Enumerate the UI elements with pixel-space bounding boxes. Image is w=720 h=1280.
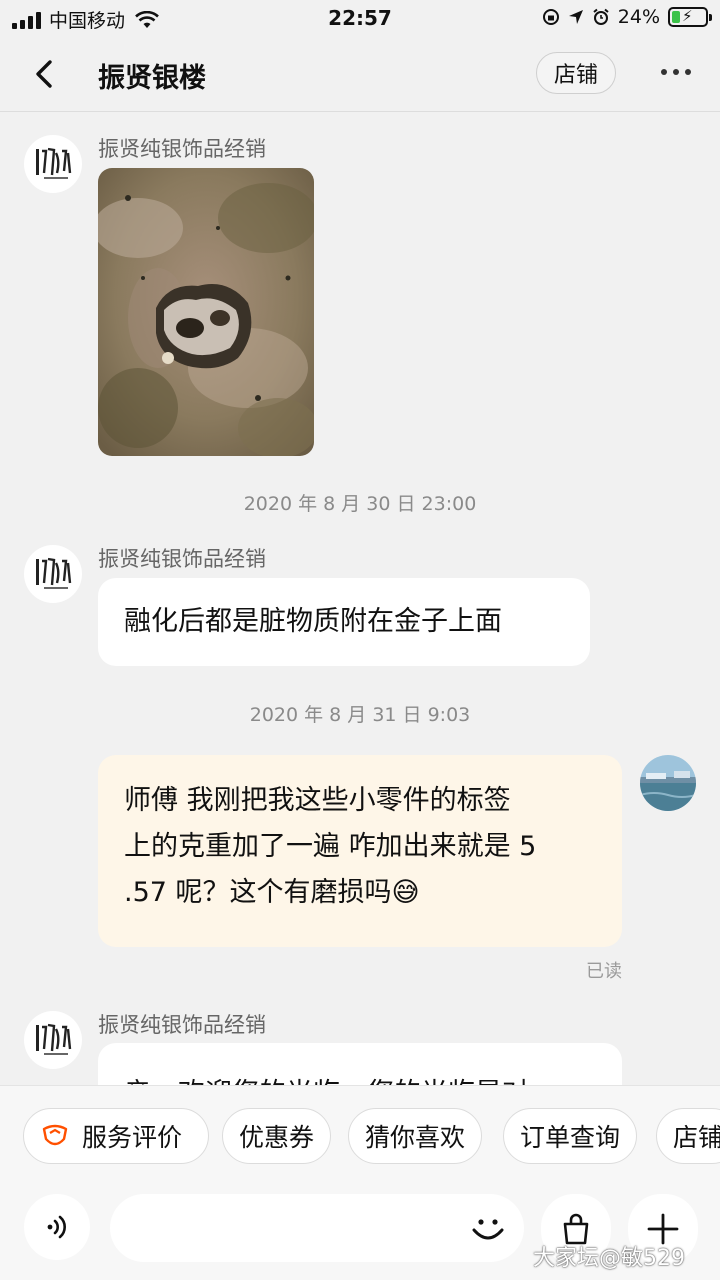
- message-line: 上的克重加了一遍 咋加出来就是 5: [124, 831, 537, 862]
- emoji-icon[interactable]: [468, 1208, 508, 1248]
- shop-avatar[interactable]: [24, 1011, 82, 1069]
- read-receipt: 已读: [586, 961, 622, 982]
- alarm-icon: [593, 8, 609, 25]
- coupon-button[interactable]: 优惠券: [222, 1108, 332, 1164]
- message-photo[interactable]: [98, 168, 314, 456]
- chip-label: 服务评价: [82, 1123, 183, 1152]
- more-icon[interactable]: [655, 56, 697, 88]
- message-bubble-outgoing[interactable]: 师傅 我刚把我这些小零件的标签 上的克重加了一遍 咋加出来就是 5 .57 呢？…: [98, 755, 622, 947]
- sender-name: 振贤纯银饰品经销: [98, 1013, 266, 1037]
- timestamp: 2020 年 8 月 31 日 9:03: [249, 704, 471, 726]
- guess-you-like-button[interactable]: 猜你喜欢: [348, 1108, 483, 1164]
- shop-avatar[interactable]: [24, 135, 82, 193]
- service-review-icon: [42, 1124, 68, 1146]
- message-input[interactable]: [110, 1194, 524, 1262]
- emoji-sweat-smile: 😅: [391, 877, 420, 908]
- page-title: 振贤银楼: [98, 63, 206, 94]
- battery-icon: ⚡: [668, 7, 712, 27]
- shop-button[interactable]: 店铺: [536, 52, 616, 94]
- shop-avatar[interactable]: [24, 545, 82, 603]
- message-bubble-incoming[interactable]: 融化后都是脏物质附在金子上面: [98, 578, 590, 666]
- status-bar: 中国移动 22:57 24% ⚡: [0, 0, 720, 36]
- timestamp: 2020 年 8 月 30 日 23:00: [243, 493, 477, 515]
- voice-button[interactable]: [24, 1194, 90, 1260]
- watermark: 大家坛@敏529: [533, 1246, 685, 1271]
- user-avatar[interactable]: [640, 755, 696, 811]
- battery-percent: 24%: [617, 6, 660, 28]
- quick-actions-bar: 服务评价 优惠券 猜你喜欢 订单查询 店铺: [0, 1085, 720, 1180]
- battery-fill: [672, 11, 680, 23]
- sender-name: 振贤纯银饰品经销: [98, 547, 266, 571]
- message-line: 师傅 我刚把我这些小零件的标签: [124, 785, 511, 816]
- message-bubble-incoming[interactable]: 亲，欢迎您的光临，您的光临是对: [98, 1043, 622, 1085]
- location-icon: [568, 10, 583, 24]
- sender-name: 振贤纯银饰品经销: [98, 137, 266, 161]
- service-review-button[interactable]: 服务评价: [23, 1108, 209, 1164]
- rotation-lock-icon: [542, 9, 559, 25]
- shop-chip-button[interactable]: 店铺: [656, 1108, 720, 1164]
- message-line: .57 呢？这个有磨损吗: [124, 877, 392, 908]
- message-line: 亲，欢迎您的光临，您的光临是对: [124, 1071, 596, 1085]
- order-query-button[interactable]: 订单查询: [503, 1108, 638, 1164]
- message-list[interactable]: 振贤纯银饰品经销 2020 年 8 月 30 日 23:00 振贤纯银饰品经销 …: [0, 113, 720, 1085]
- voice-icon: [47, 1215, 66, 1239]
- back-icon[interactable]: [26, 54, 66, 94]
- chat-header: 振贤银楼 店铺: [0, 36, 720, 112]
